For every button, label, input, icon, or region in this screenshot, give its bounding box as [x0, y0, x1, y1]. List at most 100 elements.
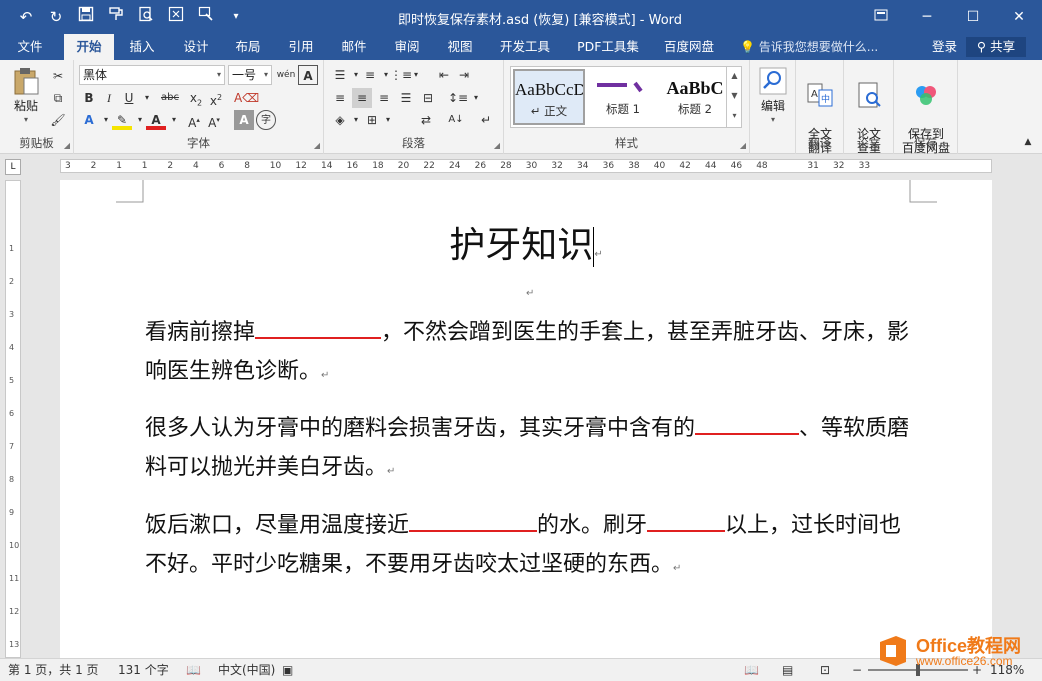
- editing-button[interactable]: 编辑 ▾: [754, 66, 792, 127]
- enclose-characters-icon[interactable]: 字: [256, 110, 276, 130]
- undo-icon[interactable]: ↶: [14, 6, 38, 28]
- dialog-launcher-icon[interactable]: ◢: [64, 141, 70, 150]
- proofing-icon[interactable]: 📖: [186, 659, 201, 681]
- group-label-translate: 翻译: [808, 136, 831, 150]
- show-marks-icon[interactable]: ↵: [476, 110, 496, 130]
- format-painter-icon[interactable]: [104, 6, 128, 28]
- italic-icon[interactable]: I: [99, 88, 119, 108]
- vertical-ruler[interactable]: 1 2 3 4 5 6 7 8 9 10 11 12 13: [5, 180, 21, 658]
- close-icon[interactable]: ✕: [996, 0, 1042, 34]
- subscript-icon[interactable]: x2: [186, 88, 206, 108]
- decrease-indent-icon[interactable]: ⇤: [434, 65, 454, 85]
- tab-review[interactable]: 审阅: [384, 34, 430, 60]
- document-page[interactable]: 护牙知识↵ ↵ 看病前擦掉 ，不然会蹭到医生的手套上，甚至弄脏牙齿、牙床，影响医生…: [60, 180, 992, 658]
- chevron-down-icon[interactable]: ▼: [727, 86, 742, 106]
- line-spacing-icon[interactable]: ↕≡: [448, 88, 468, 108]
- styles-scroll[interactable]: ▲ ▼ ▾: [726, 66, 742, 128]
- superscript-icon[interactable]: x2: [206, 88, 226, 108]
- paste-button[interactable]: 粘贴 ▾: [6, 66, 46, 127]
- share-button[interactable]: ⚲ 共享: [966, 37, 1026, 57]
- macro-record-icon[interactable]: ▣: [282, 659, 293, 681]
- collapse-ribbon-icon[interactable]: ▲: [1018, 132, 1038, 152]
- copy-icon[interactable]: ⧉: [48, 88, 68, 108]
- vruler-tick-label: 12: [9, 607, 20, 616]
- dialog-launcher-icon[interactable]: ◢: [494, 141, 500, 150]
- align-left-icon[interactable]: ≡: [330, 88, 350, 108]
- paragraph-3[interactable]: 饭后漱口，尽量用温度接近 的水。刷牙 以上，过长时间也不好。平时少吃糖果，不要用牙齿…: [145, 506, 915, 588]
- tab-layout[interactable]: 布局: [224, 34, 272, 60]
- document-heading[interactable]: 护牙知识↵: [60, 216, 992, 268]
- tab-insert[interactable]: 插入: [118, 34, 166, 60]
- chevron-down-icon[interactable]: ▾: [137, 88, 157, 108]
- chevron-down-icon[interactable]: ▾: [466, 88, 486, 108]
- dropdown-icon[interactable]: ▾: [224, 6, 248, 28]
- chinese-layout-icon[interactable]: ⇄: [416, 110, 436, 130]
- more-styles-icon[interactable]: ▾: [727, 106, 742, 126]
- page-count[interactable]: 第 1 页，共 1 页: [8, 659, 99, 681]
- character-shading-icon[interactable]: A: [234, 110, 254, 130]
- highlight-icon[interactable]: ✎: [112, 110, 132, 130]
- tab-file[interactable]: 文件: [6, 34, 54, 60]
- sort-icon[interactable]: A↓: [446, 110, 466, 130]
- tab-view[interactable]: 视图: [436, 34, 484, 60]
- distributed-icon[interactable]: ⊟: [418, 88, 438, 108]
- tab-references[interactable]: 引用: [278, 34, 324, 60]
- styles-gallery: AaBbCcDd ↵ 正文 标题 1 AaBbC 标题 2: [510, 66, 742, 128]
- chevron-down-icon[interactable]: ▾: [378, 110, 398, 130]
- format-painter-icon[interactable]: 🖌: [48, 110, 68, 130]
- grow-font-icon[interactable]: A▴: [184, 110, 204, 130]
- minimize-icon[interactable]: ─: [904, 0, 950, 34]
- save-icon[interactable]: [74, 6, 98, 28]
- print-preview-icon[interactable]: [134, 6, 158, 28]
- chevron-up-icon[interactable]: ▲: [727, 66, 742, 86]
- chevron-down-icon[interactable]: ▾: [164, 110, 184, 130]
- redo-icon[interactable]: ↻: [44, 6, 68, 28]
- touch-mode-icon[interactable]: [164, 6, 188, 28]
- underline-icon[interactable]: U: [119, 88, 139, 108]
- ribbon-display-icon[interactable]: [858, 0, 904, 34]
- font-color-icon[interactable]: A: [146, 110, 166, 130]
- customize-icon[interactable]: [194, 6, 218, 28]
- dialog-launcher-icon[interactable]: ◢: [314, 141, 320, 150]
- ruler-tick-label: 18: [372, 161, 384, 171]
- bold-icon[interactable]: B: [79, 88, 99, 108]
- chevron-down-icon[interactable]: ▾: [406, 65, 426, 85]
- character-border-icon[interactable]: A: [298, 65, 318, 85]
- tab-developer[interactable]: 开发工具: [490, 34, 560, 60]
- style-normal[interactable]: AaBbCcDd ↵ 正文: [513, 69, 585, 125]
- font-name-combo[interactable]: 黑体 ▾: [79, 65, 225, 85]
- align-center-icon[interactable]: ≡: [352, 88, 372, 108]
- tab-design[interactable]: 设计: [172, 34, 220, 60]
- increase-indent-icon[interactable]: ⇥: [454, 65, 474, 85]
- horizontal-ruler[interactable]: 3 2 1 1 2 4 6 8 10 12 14 16 18 20 22 24 26 28 30 32 34 36 38 40…: [60, 159, 992, 173]
- style-heading-1[interactable]: 标题 1: [587, 69, 659, 125]
- margin-corner-mark: [909, 180, 937, 203]
- shrink-font-icon[interactable]: A▾: [204, 110, 224, 130]
- paragraph-1[interactable]: 看病前擦掉 ，不然会蹭到医生的手套上，甚至弄脏牙齿、牙床，影响医生辨色诊断。↵: [145, 313, 915, 395]
- ruler-tick-label: 3: [65, 161, 71, 171]
- dialog-launcher-icon[interactable]: ◢: [740, 141, 746, 150]
- align-right-icon[interactable]: ≡: [374, 88, 394, 108]
- justify-icon[interactable]: ☰: [396, 88, 416, 108]
- tab-mailings[interactable]: 邮件: [330, 34, 378, 60]
- cut-icon[interactable]: ✂: [48, 66, 68, 86]
- clear-formatting-icon[interactable]: A⌫: [234, 88, 259, 108]
- login-button[interactable]: 登录: [932, 34, 957, 60]
- strikethrough-icon[interactable]: abc: [157, 88, 183, 108]
- word-count[interactable]: 131 个字: [118, 659, 169, 681]
- language-indicator[interactable]: 中文(中国): [218, 659, 275, 681]
- web-layout-icon[interactable]: ⊡: [820, 659, 830, 681]
- tab-home[interactable]: 开始: [64, 34, 114, 60]
- tab-selector[interactable]: L: [5, 159, 21, 175]
- maximize-icon[interactable]: ☐: [950, 0, 996, 34]
- read-mode-icon[interactable]: 📖: [744, 659, 759, 681]
- tab-pdf-tools[interactable]: PDF工具集: [570, 34, 646, 60]
- tab-baidu-netdisk[interactable]: 百度网盘: [656, 34, 722, 60]
- font-size-combo[interactable]: 一号 ▾: [228, 65, 272, 85]
- paragraph-2[interactable]: 很多人认为牙膏中的磨料会损害牙齿，其实牙膏中含有的 、等软质磨料可以抛光并美白牙齿…: [145, 409, 915, 491]
- phonetic-guide-icon[interactable]: wén: [276, 65, 296, 85]
- zoom-out-icon[interactable]: −: [852, 659, 862, 681]
- tell-me-search[interactable]: 💡 告诉我您想要做什么...: [740, 34, 878, 60]
- print-layout-icon[interactable]: ▤: [782, 659, 793, 681]
- style-heading-2[interactable]: AaBbC 标题 2: [659, 69, 731, 125]
